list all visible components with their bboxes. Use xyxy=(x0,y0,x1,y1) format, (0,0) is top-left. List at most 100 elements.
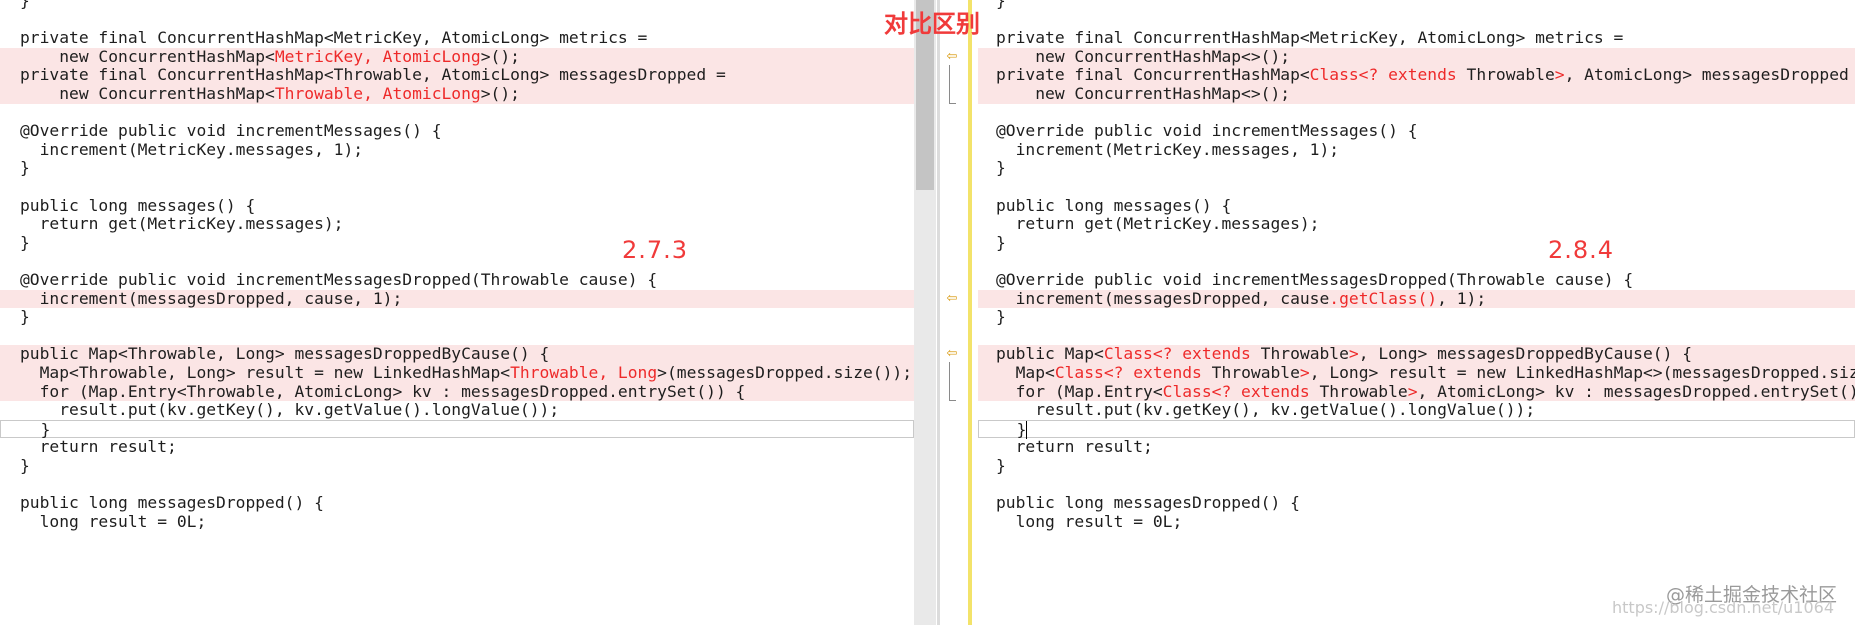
code-line[interactable]: } xyxy=(0,232,914,253)
diff-line[interactable]: increment(messagesDropped, cause, 1); xyxy=(0,288,914,309)
code-line[interactable] xyxy=(978,476,1855,495)
code-token: new ConcurrentHashMap<>(); xyxy=(996,84,1291,103)
diff-line[interactable]: for (Map.Entry<Throwable, AtomicLong> kv… xyxy=(0,381,914,402)
changed-token: Class<? extends xyxy=(1103,344,1251,364)
code-token: } xyxy=(21,419,51,439)
code-token: result.put(kv.getKey(), kv.getValue().lo… xyxy=(20,400,560,420)
code-token: private final ConcurrentHashMap<MetricKe… xyxy=(20,28,648,48)
code-line[interactable]: public long messagesDropped() { xyxy=(0,493,914,513)
code-line[interactable]: result.put(kv.getKey(), kv.getValue().lo… xyxy=(978,400,1855,420)
code-line[interactable]: long result = 0L; xyxy=(0,511,914,532)
code-line[interactable]: } xyxy=(978,456,1855,476)
code-line[interactable]: } xyxy=(978,0,1855,11)
code-line[interactable] xyxy=(978,252,1855,271)
code-token: return get(MetricKey.messages); xyxy=(996,214,1320,234)
code-token: increment(MetricKey.messages, 1); xyxy=(996,139,1340,159)
right-code-pane[interactable]: } private final ConcurrentHashMap<MetricK… xyxy=(978,0,1855,625)
diff-line[interactable]: new ConcurrentHashMap<Throwable, AtomicL… xyxy=(0,84,914,104)
code-line[interactable]: @Override public void incrementMessagesD… xyxy=(0,270,914,290)
code-token: , Long> result = new LinkedHashMap<>(mes… xyxy=(1309,363,1855,382)
code-line[interactable]: @Override public void incrementMessagesD… xyxy=(978,270,1855,290)
code-token: increment(messagesDropped, cause, 1); xyxy=(20,288,403,308)
code-token: for (Map.Entry< xyxy=(996,381,1163,401)
diff-gutter-line xyxy=(968,0,972,625)
code-token: } xyxy=(996,158,1006,178)
code-line[interactable] xyxy=(978,178,1855,197)
changed-token: > xyxy=(1554,65,1565,85)
code-line[interactable]: } xyxy=(978,307,1855,327)
code-token: @Override public void incrementMessages(… xyxy=(996,121,1418,141)
code-line[interactable]: } xyxy=(0,159,914,178)
code-token: private final ConcurrentHashMap< xyxy=(996,65,1310,85)
code-line[interactable]: result.put(kv.getKey(), kv.getValue().lo… xyxy=(0,400,914,420)
code-line[interactable]: } xyxy=(978,233,1855,253)
left-arrow-icon[interactable]: ⇦ xyxy=(944,347,960,361)
code-line[interactable] xyxy=(0,104,914,123)
code-token: Map< xyxy=(996,363,1055,382)
gutter-divider xyxy=(937,0,940,625)
code-line[interactable]: } xyxy=(978,159,1855,178)
code-token: } xyxy=(20,232,30,252)
code-line[interactable]: increment(MetricKey.messages, 1); xyxy=(978,139,1855,160)
diff-line[interactable]: new ConcurrentHashMap<>(); xyxy=(978,46,1855,67)
diff-line[interactable]: public Map<Class<? extends Throwable>, L… xyxy=(978,345,1855,364)
code-line[interactable] xyxy=(0,252,914,271)
code-line[interactable]: } xyxy=(0,307,914,327)
code-token: new ConcurrentHashMap<>(); xyxy=(996,46,1291,66)
code-token: , Long> messagesDroppedByCause() { xyxy=(1358,344,1692,364)
code-line[interactable]: return get(MetricKey.messages); xyxy=(978,214,1855,234)
code-token: return get(MetricKey.messages); xyxy=(20,214,344,234)
left-code-pane[interactable]: } private final ConcurrentHashMap<MetricK… xyxy=(0,0,914,625)
code-line[interactable]: public long messages() { xyxy=(978,196,1855,216)
code-line[interactable]: private final ConcurrentHashMap<MetricKe… xyxy=(0,28,914,48)
code-line[interactable]: return result; xyxy=(978,438,1855,457)
diff-line[interactable]: Map<Throwable, Long> result = new Linked… xyxy=(0,363,914,383)
compare-title: 对比区别 xyxy=(884,10,980,38)
code-token: for (Map.Entry<Throwable, AtomicLong> kv… xyxy=(20,381,746,401)
code-line[interactable]: @Override public void incrementMessages(… xyxy=(0,121,914,141)
diff-line[interactable]: Map<Class<? extends Throwable>, Long> re… xyxy=(978,363,1855,383)
left-arrow-icon[interactable]: ⇦ xyxy=(944,49,960,64)
code-line[interactable]: return result; xyxy=(0,438,914,457)
code-line[interactable]: } xyxy=(0,456,914,476)
code-line[interactable]: } xyxy=(0,0,914,11)
code-token: , 1); xyxy=(1437,288,1487,308)
code-token: @Override public void incrementMessagesD… xyxy=(996,270,1634,289)
left-arrow-icon[interactable]: ⇦ xyxy=(944,291,960,306)
code-token: public Map<Throwable, Long> messagesDrop… xyxy=(20,344,550,364)
code-token: long result = 0L; xyxy=(20,511,207,531)
diff-line[interactable]: private final ConcurrentHashMap<Throwabl… xyxy=(0,66,914,85)
diff-line[interactable]: new ConcurrentHashMap<>(); xyxy=(978,84,1855,104)
diff-block-bracket xyxy=(949,362,956,402)
code-line[interactable] xyxy=(0,476,914,495)
code-token: increment(messagesDropped, cause xyxy=(996,288,1330,308)
code-line[interactable]: public long messagesDropped() { xyxy=(978,493,1855,513)
changed-token: Class<? extends xyxy=(1162,381,1310,401)
code-token: } xyxy=(20,456,30,475)
code-token: } xyxy=(996,0,1006,10)
code-line[interactable]: } xyxy=(978,419,1855,440)
changed-token: Class<? extends xyxy=(1309,65,1457,85)
code-line[interactable] xyxy=(978,11,1855,30)
code-line[interactable]: increment(MetricKey.messages, 1); xyxy=(0,140,914,160)
code-line[interactable]: long result = 0L; xyxy=(978,512,1855,532)
code-line[interactable] xyxy=(978,104,1855,123)
diff-line[interactable]: private final ConcurrentHashMap<Class<? … xyxy=(978,66,1855,85)
code-line[interactable] xyxy=(0,11,914,30)
code-token: result.put(kv.getKey(), kv.getValue().lo… xyxy=(996,400,1536,420)
code-token: , AtomicLong> kv : messagesDropped.entry… xyxy=(1417,381,1855,401)
code-line[interactable] xyxy=(0,178,914,197)
code-line[interactable] xyxy=(0,327,914,346)
diff-line[interactable]: for (Map.Entry<Class<? extends Throwable… xyxy=(978,381,1855,402)
code-line[interactable]: @Override public void incrementMessages(… xyxy=(978,121,1855,141)
version-label: 2.7.3 xyxy=(622,236,689,264)
code-line[interactable]: } xyxy=(0,419,914,439)
code-line[interactable]: public long messages() { xyxy=(0,196,914,216)
code-line[interactable]: return get(MetricKey.messages); xyxy=(0,214,914,234)
code-line[interactable] xyxy=(978,327,1855,346)
diff-line[interactable]: new ConcurrentHashMap<MetricKey, AtomicL… xyxy=(0,47,914,67)
diff-line[interactable]: public Map<Throwable, Long> messagesDrop… xyxy=(0,345,914,364)
code-token: >(messagesDropped.size()); xyxy=(657,363,913,382)
code-line[interactable]: private final ConcurrentHashMap<MetricKe… xyxy=(978,28,1855,48)
diff-line[interactable]: increment(messagesDropped, cause.getClas… xyxy=(978,288,1855,309)
